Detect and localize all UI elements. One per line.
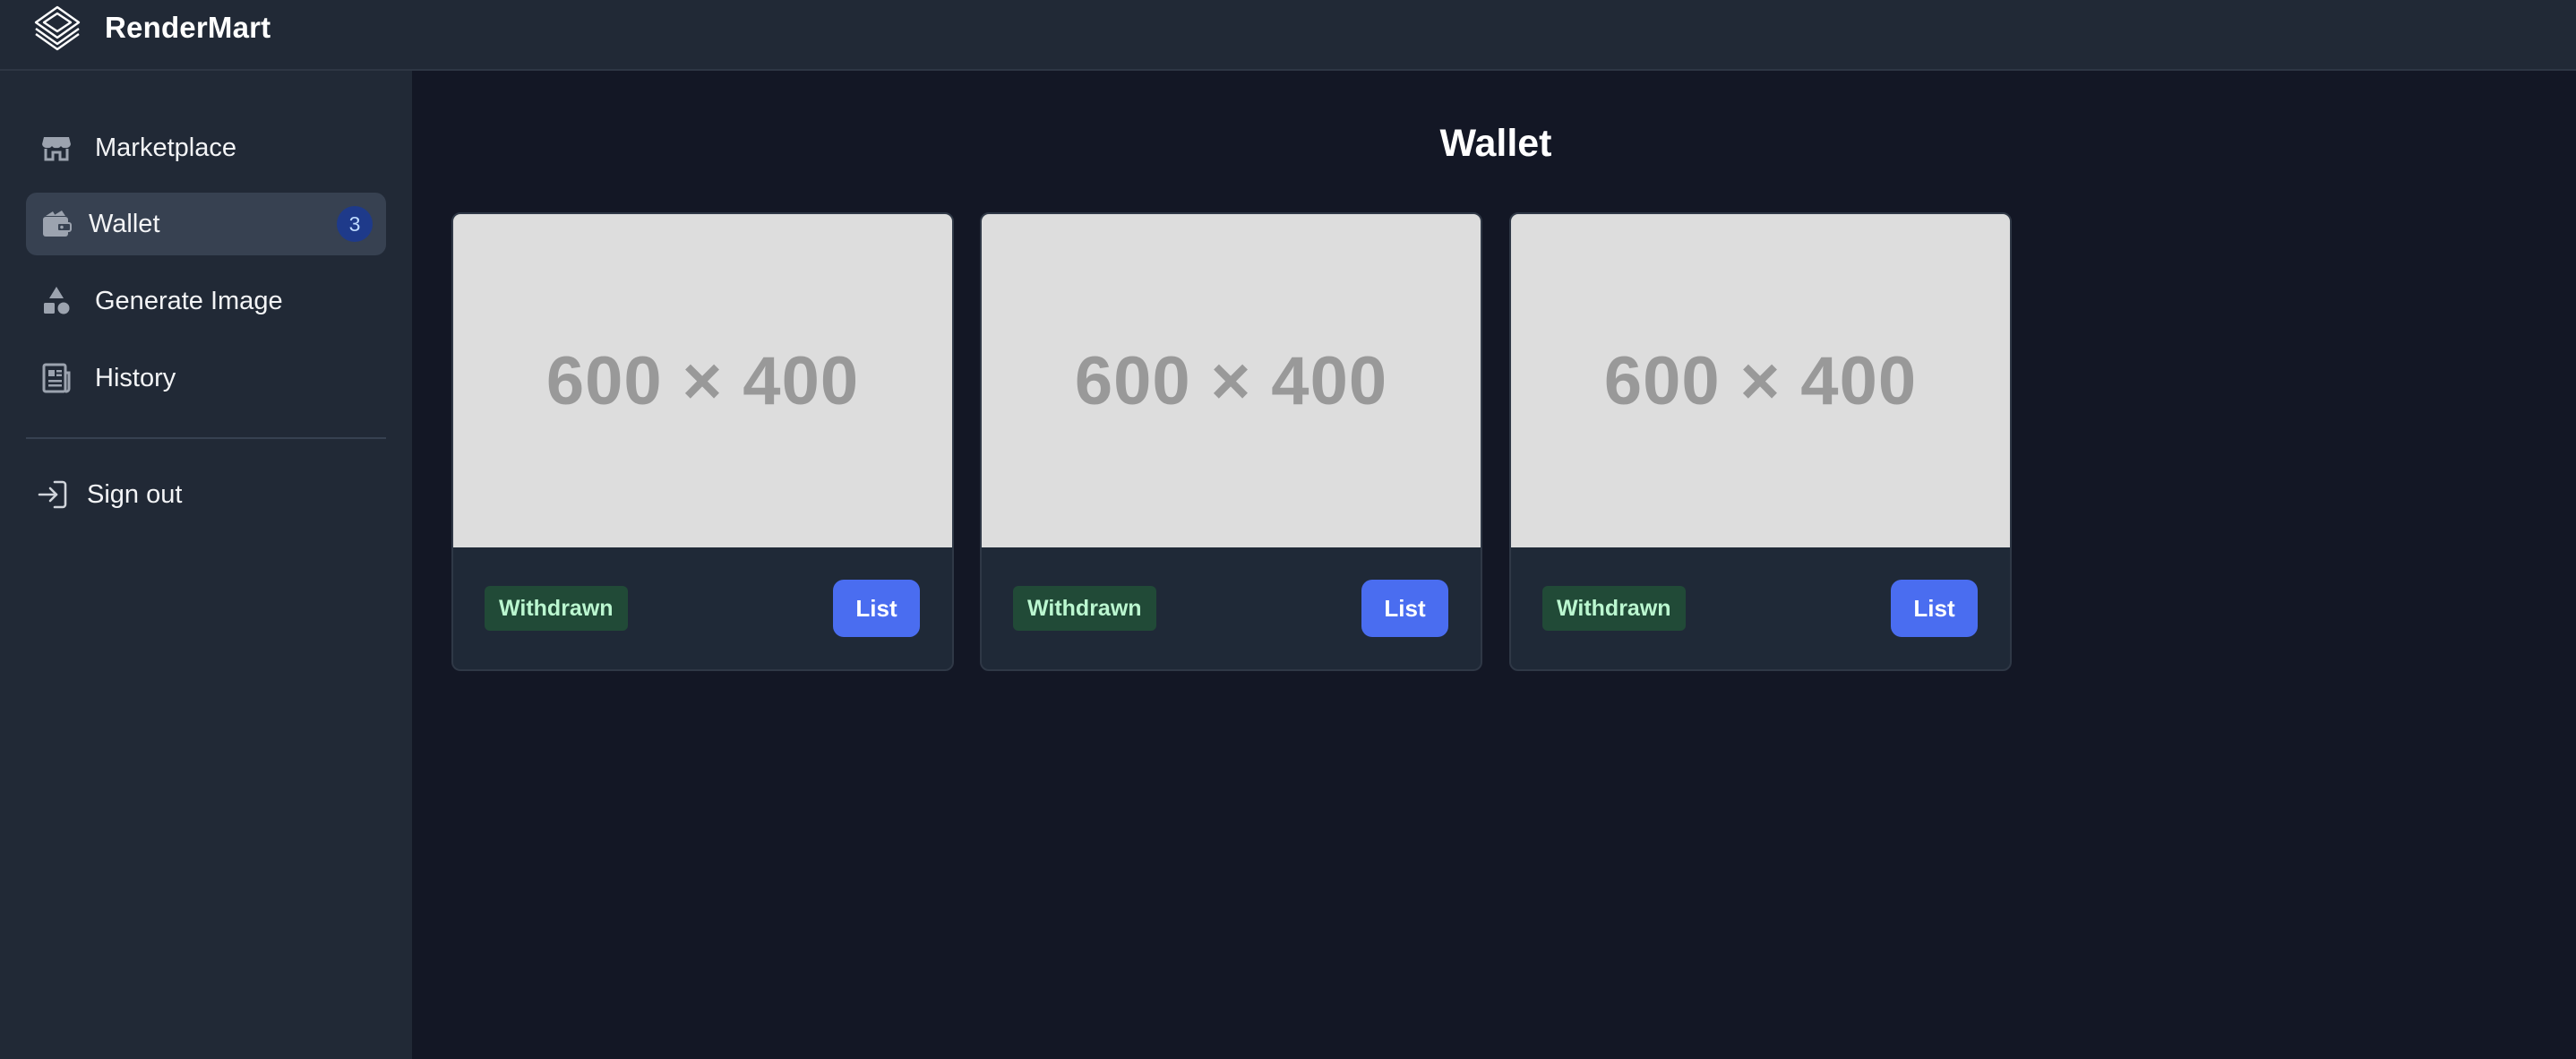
sidebar-item-label: Generate Image [95, 286, 283, 315]
brand-name: RenderMart [105, 11, 271, 44]
card-footer: Withdrawn List [1511, 547, 2010, 669]
store-icon [40, 132, 73, 164]
list-button[interactable]: List [833, 580, 920, 637]
status-badge: Withdrawn [485, 586, 628, 631]
status-badge: Withdrawn [1542, 586, 1686, 631]
status-badge: Withdrawn [1013, 586, 1156, 631]
wallet-icon [40, 208, 73, 240]
brand-link[interactable]: RenderMart [33, 4, 270, 52]
shapes-icon [40, 285, 73, 317]
top-navbar: RenderMart [0, 0, 2576, 71]
sidebar-item-history[interactable]: History [26, 347, 386, 409]
sign-in-arrow-icon [37, 478, 69, 511]
sidebar: Marketplace Wallet 3 Generate Image Hist… [0, 71, 412, 1059]
image-placeholder-text: 600 × 400 [1603, 342, 1918, 419]
sidebar-item-label: Marketplace [95, 133, 236, 162]
page-title: Wallet [1361, 122, 1630, 166]
wallet-card: 600 × 400 Withdrawn List [980, 212, 1482, 671]
notification-count-badge: 3 [337, 206, 373, 242]
card-image-placeholder: 600 × 400 [453, 214, 952, 547]
sidebar-divider [26, 437, 386, 439]
sidebar-item-label: History [95, 363, 176, 392]
image-placeholder-text: 600 × 400 [545, 342, 860, 419]
wallet-card: 600 × 400 Withdrawn List [451, 212, 954, 671]
sidebar-item-marketplace[interactable]: Marketplace [26, 116, 386, 179]
page-title-text: Wallet [1439, 122, 1552, 165]
list-button[interactable]: List [1361, 580, 1448, 637]
sign-out-label: Sign out [87, 479, 183, 509]
list-button[interactable]: List [1891, 580, 1978, 637]
card-image-placeholder: 600 × 400 [982, 214, 1481, 547]
layers-logo-icon [34, 5, 81, 51]
sidebar-item-generate-image[interactable]: Generate Image [26, 270, 386, 332]
sign-out-button[interactable]: Sign out [26, 463, 386, 526]
card-image-placeholder: 600 × 400 [1511, 214, 2010, 547]
card-footer: Withdrawn List [453, 547, 952, 669]
wallet-card: 600 × 400 Withdrawn List [1509, 212, 2012, 671]
card-footer: Withdrawn List [982, 547, 1481, 669]
image-placeholder-text: 600 × 400 [1074, 342, 1388, 419]
sidebar-item-label: Wallet [89, 209, 160, 238]
newspaper-icon [40, 362, 73, 394]
sidebar-item-wallet[interactable]: Wallet 3 [26, 193, 386, 255]
